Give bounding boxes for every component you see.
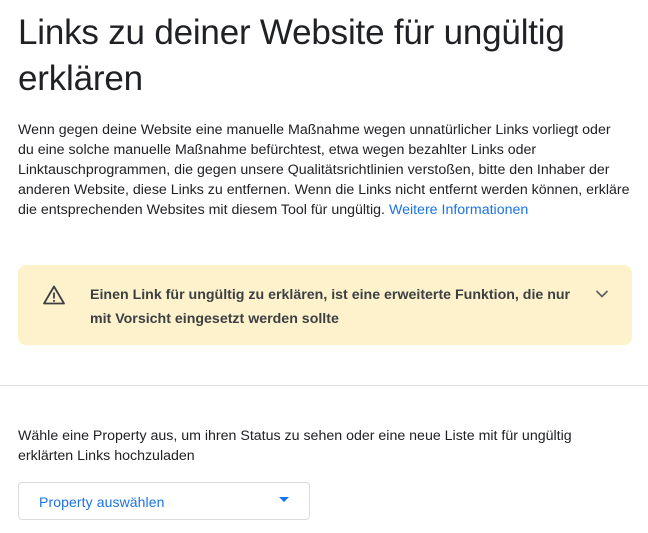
warning-banner[interactable]: Einen Link für ungültig zu erklären, ist… [18,265,632,345]
page-title: Links zu deiner Website für ungültig erk… [18,13,565,98]
section-divider [0,385,648,386]
intro-text: Wenn gegen deine Website eine manuelle M… [18,122,630,218]
warning-triangle-icon [42,283,66,307]
intro-paragraph: Wenn gegen deine Website eine manuelle M… [18,120,630,220]
learn-more-link[interactable]: Weitere Informationen [389,202,528,218]
disavow-links-page: Links zu deiner Website für ungültig erk… [0,0,648,533]
chevron-down-icon[interactable] [590,282,614,306]
property-prompt: Wähle eine Property aus, um ihren Status… [18,428,572,464]
property-select[interactable]: Property auswählen [18,482,310,520]
dropdown-arrow-icon [279,497,289,502]
warning-text: Einen Link für ungültig zu erklären, ist… [90,287,571,327]
property-select-label: Property auswählen [39,494,165,510]
